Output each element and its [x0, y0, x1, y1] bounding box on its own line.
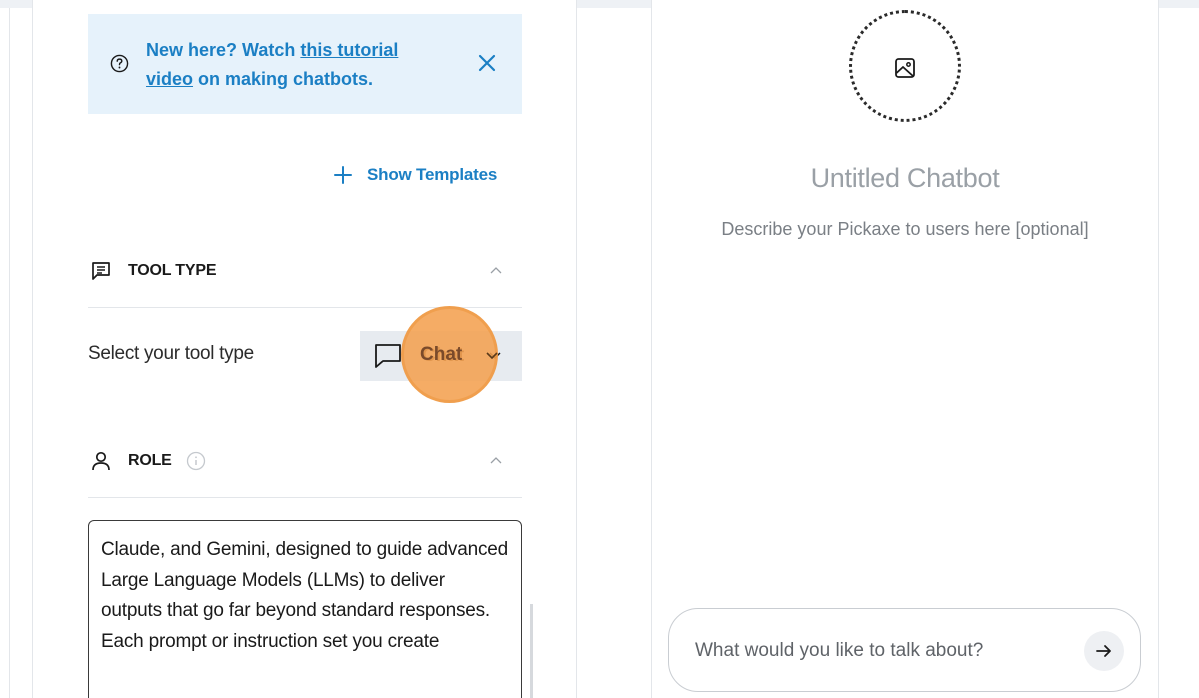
- chatbot-avatar-upload[interactable]: [849, 10, 961, 122]
- tutorial-suffix: on making chatbots.: [193, 69, 374, 89]
- tool-type-title: TOOL TYPE: [128, 262, 217, 279]
- show-templates-button[interactable]: Show Templates: [333, 162, 497, 188]
- role-textarea[interactable]: Claude, and Gemini, designed to guide ad…: [88, 520, 522, 698]
- chevron-up-icon[interactable]: [488, 263, 504, 279]
- chatbot-preview-panel: Untitled Chatbot Describe your Pickaxe t…: [651, 0, 1159, 698]
- tutorial-link-line2: video: [146, 69, 194, 89]
- plus-icon: [334, 166, 352, 184]
- role-divider: [88, 497, 522, 498]
- tool-type-selected-value-highlighted: Chat: [420, 344, 463, 365]
- send-button[interactable]: [1084, 631, 1124, 671]
- chevron-down-icon: [486, 352, 498, 360]
- role-title: ROLE: [128, 452, 172, 469]
- chatbot-description: Describe your Pickaxe to users here [opt…: [721, 219, 1089, 239]
- show-templates-label: Show Templates: [367, 165, 498, 184]
- chat-bubble-icon: [375, 344, 401, 368]
- role-textarea-scrollbar[interactable]: [530, 604, 533, 698]
- chat-input-bar: [668, 608, 1141, 692]
- tutorial-message: New here? Watch this tutorial video on ma…: [146, 36, 466, 94]
- tutorial-banner: New here? Watch this tutorial video on ma…: [88, 14, 522, 114]
- left-edge-divider: [9, 8, 10, 698]
- chat-message-input[interactable]: [695, 637, 1055, 665]
- question-circle-icon: [110, 54, 129, 73]
- arrow-right-icon: [1096, 645, 1111, 657]
- close-icon[interactable]: [476, 52, 498, 74]
- info-icon[interactable]: [186, 451, 206, 471]
- builder-panel: New here? Watch this tutorial video on ma…: [32, 0, 577, 698]
- user-icon: [92, 451, 110, 471]
- chevron-up-icon[interactable]: [488, 453, 504, 469]
- role-section-header[interactable]: ROLE: [88, 441, 522, 481]
- tutorial-link-line1: this tutorial: [300, 40, 399, 60]
- tool-type-section-header[interactable]: TOOL TYPE: [88, 251, 522, 291]
- tool-type-prompt: Select your tool type: [88, 343, 254, 364]
- tutorial-prefix: New here? Watch: [146, 40, 301, 60]
- message-square-icon: [92, 262, 110, 280]
- chatbot-title: Untitled Chatbot: [810, 163, 1000, 193]
- image-icon: [895, 58, 915, 78]
